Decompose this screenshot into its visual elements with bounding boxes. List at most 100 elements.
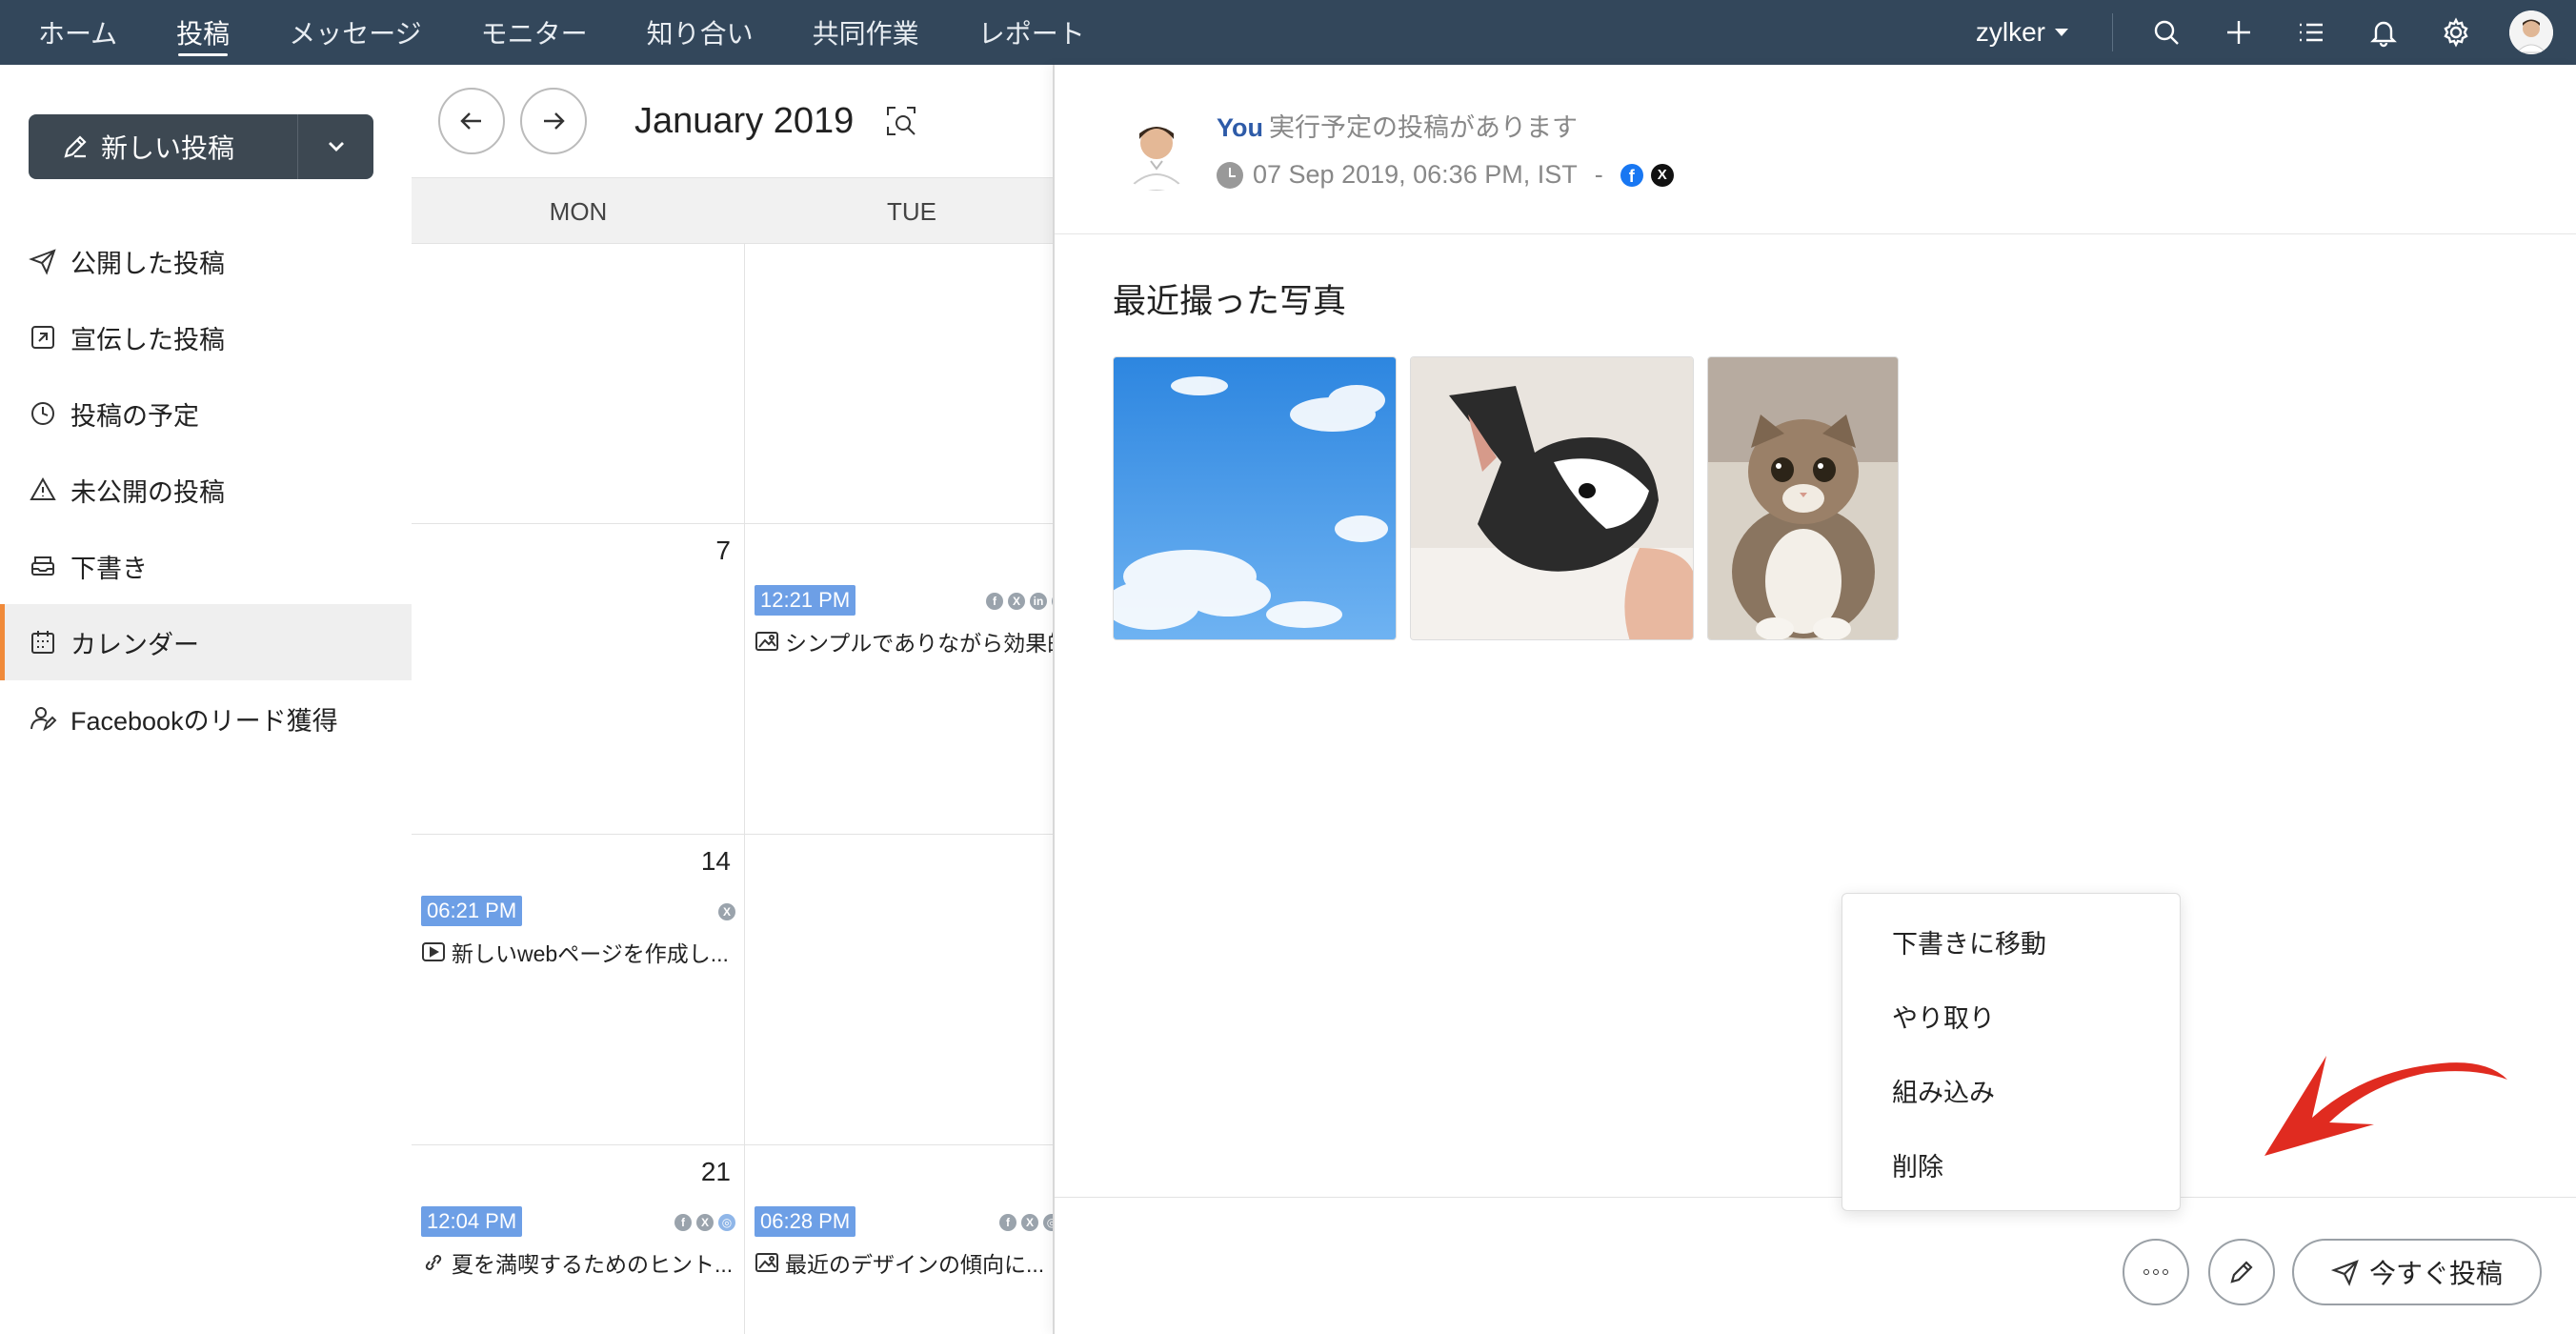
dog-photo[interactable]	[1410, 356, 1694, 640]
sidebar-item-label: 宣伝した投稿	[70, 325, 225, 354]
calendar-day-cell[interactable]	[745, 244, 1053, 523]
sidebar-menu: 公開した投稿 宣伝した投稿 投稿の予定 未公開の投稿 下書き カレンダー Fac…	[0, 223, 412, 757]
top-navigation: ホーム 投稿 メッセージ モニター 知り合い 共同作業 レポート zylker	[0, 0, 2576, 65]
calendar-day-cell[interactable]: 14 06:21 PM X 新しいwebページを作成し...	[412, 835, 745, 1144]
month-label: January 2019	[634, 100, 855, 141]
new-post-label: 新しい投稿	[101, 133, 235, 163]
more-options-button[interactable]	[2123, 1239, 2189, 1305]
calendar-day-cell[interactable]: 7	[412, 524, 745, 834]
calendar-day-cell[interactable]: 1	[745, 835, 1053, 1144]
event-networks: f X ◎	[670, 1214, 735, 1231]
author-avatar	[1116, 109, 1197, 191]
nav-posts[interactable]: 投稿	[176, 0, 230, 65]
calendar-day-cell[interactable]: 2 06:28 PM f X ◎ in 最近のデザインの傾向に...	[745, 1145, 1053, 1334]
instagram-icon: ◎	[1043, 1214, 1053, 1231]
nav-divider	[2112, 13, 2113, 51]
post-detail-panel: You 実行予定の投稿があります 07 Sep 2019, 06:36 PM, I…	[1053, 65, 2576, 1334]
more-actions-menu: 下書きに移動 やり取り 組み込み 削除	[1841, 893, 2181, 1211]
list-icon[interactable]	[2292, 13, 2330, 51]
draft-icon	[31, 556, 54, 576]
calendar-day-cell[interactable]: 21 12:04 PM f X ◎ 夏を満喫するためのヒント...	[412, 1145, 745, 1334]
event-time: 06:28 PM	[755, 1206, 856, 1237]
footer-divider	[1055, 1197, 2576, 1198]
instagram-icon: ◎	[718, 1214, 735, 1231]
new-post-button[interactable]: 新しい投稿	[29, 114, 297, 179]
previous-month-button[interactable]	[438, 88, 505, 154]
sidebar-item-facebook-leads[interactable]: Facebookのリード獲得	[0, 680, 412, 757]
sidebar-item-unpublished[interactable]: 未公開の投稿	[0, 452, 412, 528]
event-time: 06:21 PM	[421, 896, 523, 926]
x-icon: X	[696, 1214, 714, 1231]
facebook-icon: f	[674, 1214, 692, 1231]
calendar-day-cell[interactable]	[412, 244, 745, 523]
video-icon	[422, 942, 445, 961]
calendar-week	[412, 244, 1053, 524]
event-title: シンプルでありながら効果的...	[755, 625, 1053, 657]
author-name[interactable]: You	[1217, 113, 1263, 142]
annotation-arrow	[2264, 1056, 2507, 1156]
sky-photo[interactable]	[1113, 356, 1397, 640]
calendar-event[interactable]: 06:21 PM X 新しいwebページを作成し...	[421, 896, 735, 968]
brand-switcher[interactable]: zylker	[1976, 17, 2068, 48]
calendar-week: 7 12:21 PM f X in ◎ シンプルでありながら効果的...	[412, 524, 1053, 835]
x-icon: X	[1008, 593, 1025, 610]
calendar-header: January 2019	[412, 65, 1053, 177]
calendar-week: 14 06:21 PM X 新しいwebページを作成し... 1	[412, 835, 1053, 1145]
clock-icon	[1217, 161, 1243, 189]
lead-icon	[30, 707, 57, 732]
warning-icon	[30, 476, 56, 500]
menu-move-to-draft[interactable]: 下書きに移動	[1842, 907, 2180, 981]
post-now-button[interactable]: 今すぐ投稿	[2292, 1239, 2542, 1305]
bell-icon[interactable]	[2365, 13, 2403, 51]
sidebar-item-published[interactable]: 公開した投稿	[0, 223, 412, 299]
sidebar-item-boosted[interactable]: 宣伝した投稿	[0, 299, 412, 375]
calendar-event[interactable]: 12:04 PM f X ◎ 夏を満喫するためのヒント...	[421, 1206, 735, 1279]
plus-icon[interactable]	[2220, 13, 2258, 51]
sidebar-item-calendar[interactable]: カレンダー	[0, 604, 412, 680]
x-icon: X	[1021, 1214, 1038, 1231]
post-photos	[1113, 356, 1912, 640]
new-post-dropdown-button[interactable]	[297, 114, 373, 179]
cat-photo[interactable]	[1707, 356, 1899, 640]
calendar-event[interactable]: 12:21 PM f X in ◎ シンプルでありながら効果的...	[755, 585, 1053, 657]
edit-post-button[interactable]	[2208, 1239, 2275, 1305]
sidebar-item-label: 未公開の投稿	[70, 477, 225, 507]
event-title: 夏を満喫するためのヒント...	[421, 1246, 735, 1279]
clock-icon	[31, 402, 54, 425]
post-title: 最近撮った写真	[1113, 283, 1347, 320]
nav-home[interactable]: ホーム	[38, 0, 117, 65]
nav-connections[interactable]: 知り合い	[647, 0, 754, 65]
event-time: 12:21 PM	[755, 585, 856, 616]
brand-name: zylker	[1975, 17, 2045, 47]
menu-delete[interactable]: 削除	[1842, 1130, 2180, 1204]
day-number: 7	[715, 536, 731, 565]
event-title-text: 新しいwebページを作成し...	[452, 941, 729, 966]
calendar-search-icon[interactable]	[882, 102, 920, 140]
calendar-day-cell[interactable]: 12:21 PM f X in ◎ シンプルでありながら効果的...	[745, 524, 1053, 834]
sidebar-item-drafts[interactable]: 下書き	[0, 528, 412, 604]
menu-embed[interactable]: 組み込み	[1842, 1056, 2180, 1130]
nav-reports[interactable]: レポート	[978, 0, 1085, 65]
calendar-week: 21 12:04 PM f X ◎ 夏を満喫するためのヒント... 2	[412, 1145, 1053, 1334]
nav-monitor[interactable]: モニター	[481, 0, 588, 65]
dot-icon	[2143, 1269, 2149, 1275]
calendar-event[interactable]: 06:28 PM f X ◎ in 最近のデザインの傾向に...	[755, 1206, 1053, 1279]
avatar[interactable]	[2509, 10, 2553, 54]
image-icon	[755, 1253, 778, 1272]
sidebar-item-label: 下書き	[70, 554, 148, 583]
arrow-right-icon	[544, 112, 565, 130]
menu-interactions[interactable]: やり取り	[1842, 981, 2180, 1056]
nav-collaboration[interactable]: 共同作業	[813, 0, 919, 65]
sidebar-item-label: カレンダー	[70, 630, 199, 659]
next-month-button[interactable]	[520, 88, 587, 154]
sidebar-item-scheduled[interactable]: 投稿の予定	[0, 375, 412, 452]
search-icon[interactable]	[2147, 13, 2185, 51]
gear-icon[interactable]	[2437, 13, 2475, 51]
calendar-grid: 7 12:21 PM f X in ◎ シンプルでありながら効果的...	[412, 244, 1053, 1334]
image-icon	[755, 632, 778, 651]
sidebar-item-label: 公開した投稿	[70, 249, 225, 278]
dot-icon	[2163, 1269, 2168, 1275]
x-icon: X	[1650, 163, 1674, 187]
nav-messages[interactable]: メッセージ	[289, 0, 421, 65]
event-networks: f X ◎ in	[995, 1214, 1053, 1231]
